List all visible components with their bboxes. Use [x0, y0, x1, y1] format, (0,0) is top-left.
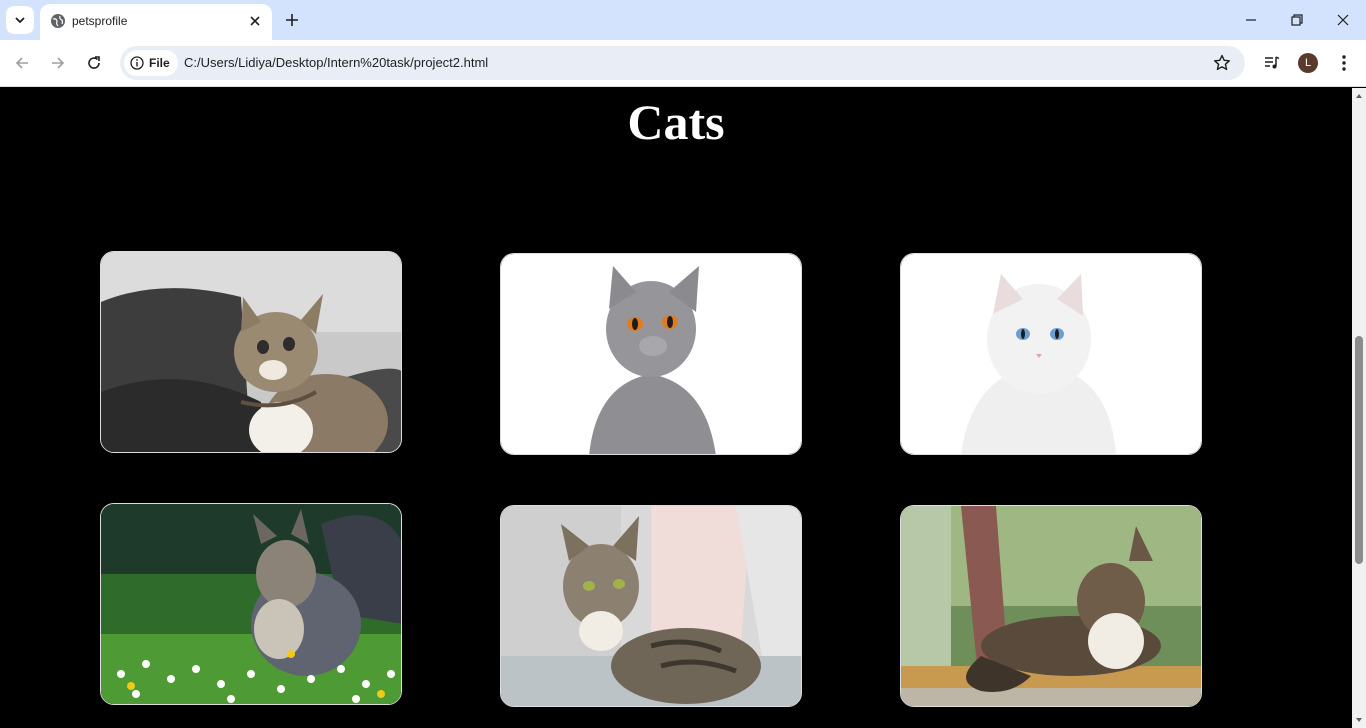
- media-controls-button[interactable]: [1261, 52, 1283, 74]
- minimize-button[interactable]: [1228, 0, 1274, 40]
- menu-button[interactable]: [1333, 52, 1355, 74]
- cat-card-5: [500, 505, 802, 707]
- new-tab-button[interactable]: [280, 8, 304, 32]
- maine-coon-photo: [101, 504, 401, 704]
- close-window-button[interactable]: [1320, 0, 1366, 40]
- grey-cat-photo: [501, 254, 801, 454]
- cat-card-6: [900, 505, 1202, 707]
- page-content: Cats: [0, 88, 1352, 728]
- browser-tab[interactable]: petsprofile: [40, 4, 272, 40]
- tabby-kitten-photo: [101, 252, 401, 452]
- minimize-icon: [1246, 19, 1256, 21]
- browser-toolbar: File C:/Users/Lidiya/Desktop/Intern%20ta…: [0, 40, 1366, 87]
- site-info-label: File: [149, 56, 170, 70]
- profile-button[interactable]: L: [1297, 52, 1319, 74]
- avatar: L: [1298, 53, 1318, 73]
- cat-card-4: [100, 503, 402, 705]
- white-cat-photo: [901, 254, 1201, 454]
- star-icon[interactable]: [1213, 54, 1231, 72]
- url-text[interactable]: C:/Users/Lidiya/Desktop/Intern%20task/pr…: [184, 55, 488, 71]
- plus-icon: [286, 14, 298, 26]
- close-icon: [1337, 14, 1349, 26]
- back-button[interactable]: [7, 48, 37, 78]
- media-queue-icon: [1265, 56, 1280, 69]
- scrollbar-thumb[interactable]: [1355, 336, 1363, 564]
- cat-card-3: [900, 253, 1202, 455]
- restore-button[interactable]: [1274, 0, 1320, 40]
- page-scrollbar[interactable]: [1352, 88, 1366, 728]
- tab-strip: petsprofile: [0, 0, 1366, 40]
- address-bar[interactable]: File C:/Users/Lidiya/Desktop/Intern%20ta…: [120, 46, 1245, 80]
- cat-card-2: [500, 253, 802, 455]
- forward-button[interactable]: [43, 48, 73, 78]
- site-info-chip[interactable]: File: [124, 50, 178, 76]
- page-title: Cats: [627, 94, 725, 150]
- globe-icon: [51, 14, 65, 28]
- scroll-down-arrow-icon[interactable]: [1355, 716, 1363, 724]
- tabby-cat-railing-photo: [901, 506, 1201, 706]
- arrow-left-icon: [15, 57, 28, 69]
- reload-button[interactable]: [79, 48, 109, 78]
- close-icon: [250, 16, 260, 26]
- tab-close-button[interactable]: [246, 12, 264, 30]
- arrow-right-icon: [52, 57, 65, 69]
- tab-search-button[interactable]: [6, 6, 34, 34]
- tab-title: petsprofile: [72, 14, 128, 28]
- info-icon: [130, 56, 144, 70]
- reload-icon: [88, 56, 100, 69]
- scroll-up-arrow-icon[interactable]: [1355, 92, 1363, 100]
- restore-icon: [1291, 14, 1303, 26]
- more-vert-icon: [1342, 55, 1346, 71]
- chevron-down-icon: [15, 17, 25, 24]
- cat-card-1: [100, 251, 402, 453]
- tabby-cat-couch-photo: [501, 506, 801, 706]
